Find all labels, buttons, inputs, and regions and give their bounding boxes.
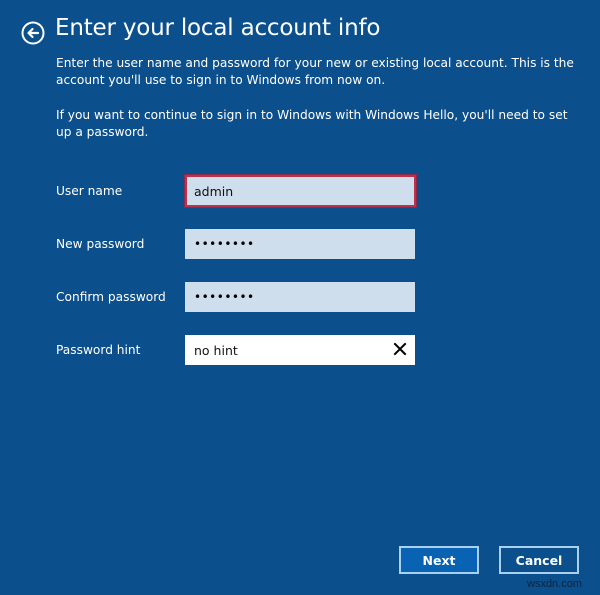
clear-hint-button[interactable]	[393, 342, 407, 356]
password-hint-value: no hint	[194, 342, 238, 358]
confirm-password-label: Confirm password	[56, 290, 166, 304]
back-button[interactable]	[21, 21, 45, 45]
password-hint-label: Password hint	[56, 343, 141, 357]
watermark: wsxdn.com	[527, 578, 583, 590]
confirm-password-masked-value: ••••••••	[194, 290, 255, 304]
new-password-masked-value: ••••••••	[194, 237, 255, 251]
next-button[interactable]: Next	[399, 546, 479, 574]
new-password-field[interactable]: ••••••••	[185, 229, 415, 259]
new-password-label: New password	[56, 237, 145, 251]
username-label: User name	[56, 184, 123, 198]
username-value: admin	[194, 183, 234, 199]
back-arrow-circle-icon	[21, 21, 45, 45]
close-x-icon	[393, 342, 407, 359]
password-hint-field[interactable]: no hint	[185, 335, 415, 365]
description-paragraph-1: Enter the user name and password for you…	[56, 56, 574, 87]
cancel-button[interactable]: Cancel	[499, 546, 579, 574]
page-title: Enter your local account info	[55, 15, 381, 41]
confirm-password-field[interactable]: ••••••••	[185, 282, 415, 312]
username-field[interactable]: admin	[185, 175, 416, 207]
description-paragraph-2: If you want to continue to sign in to Wi…	[56, 108, 568, 139]
